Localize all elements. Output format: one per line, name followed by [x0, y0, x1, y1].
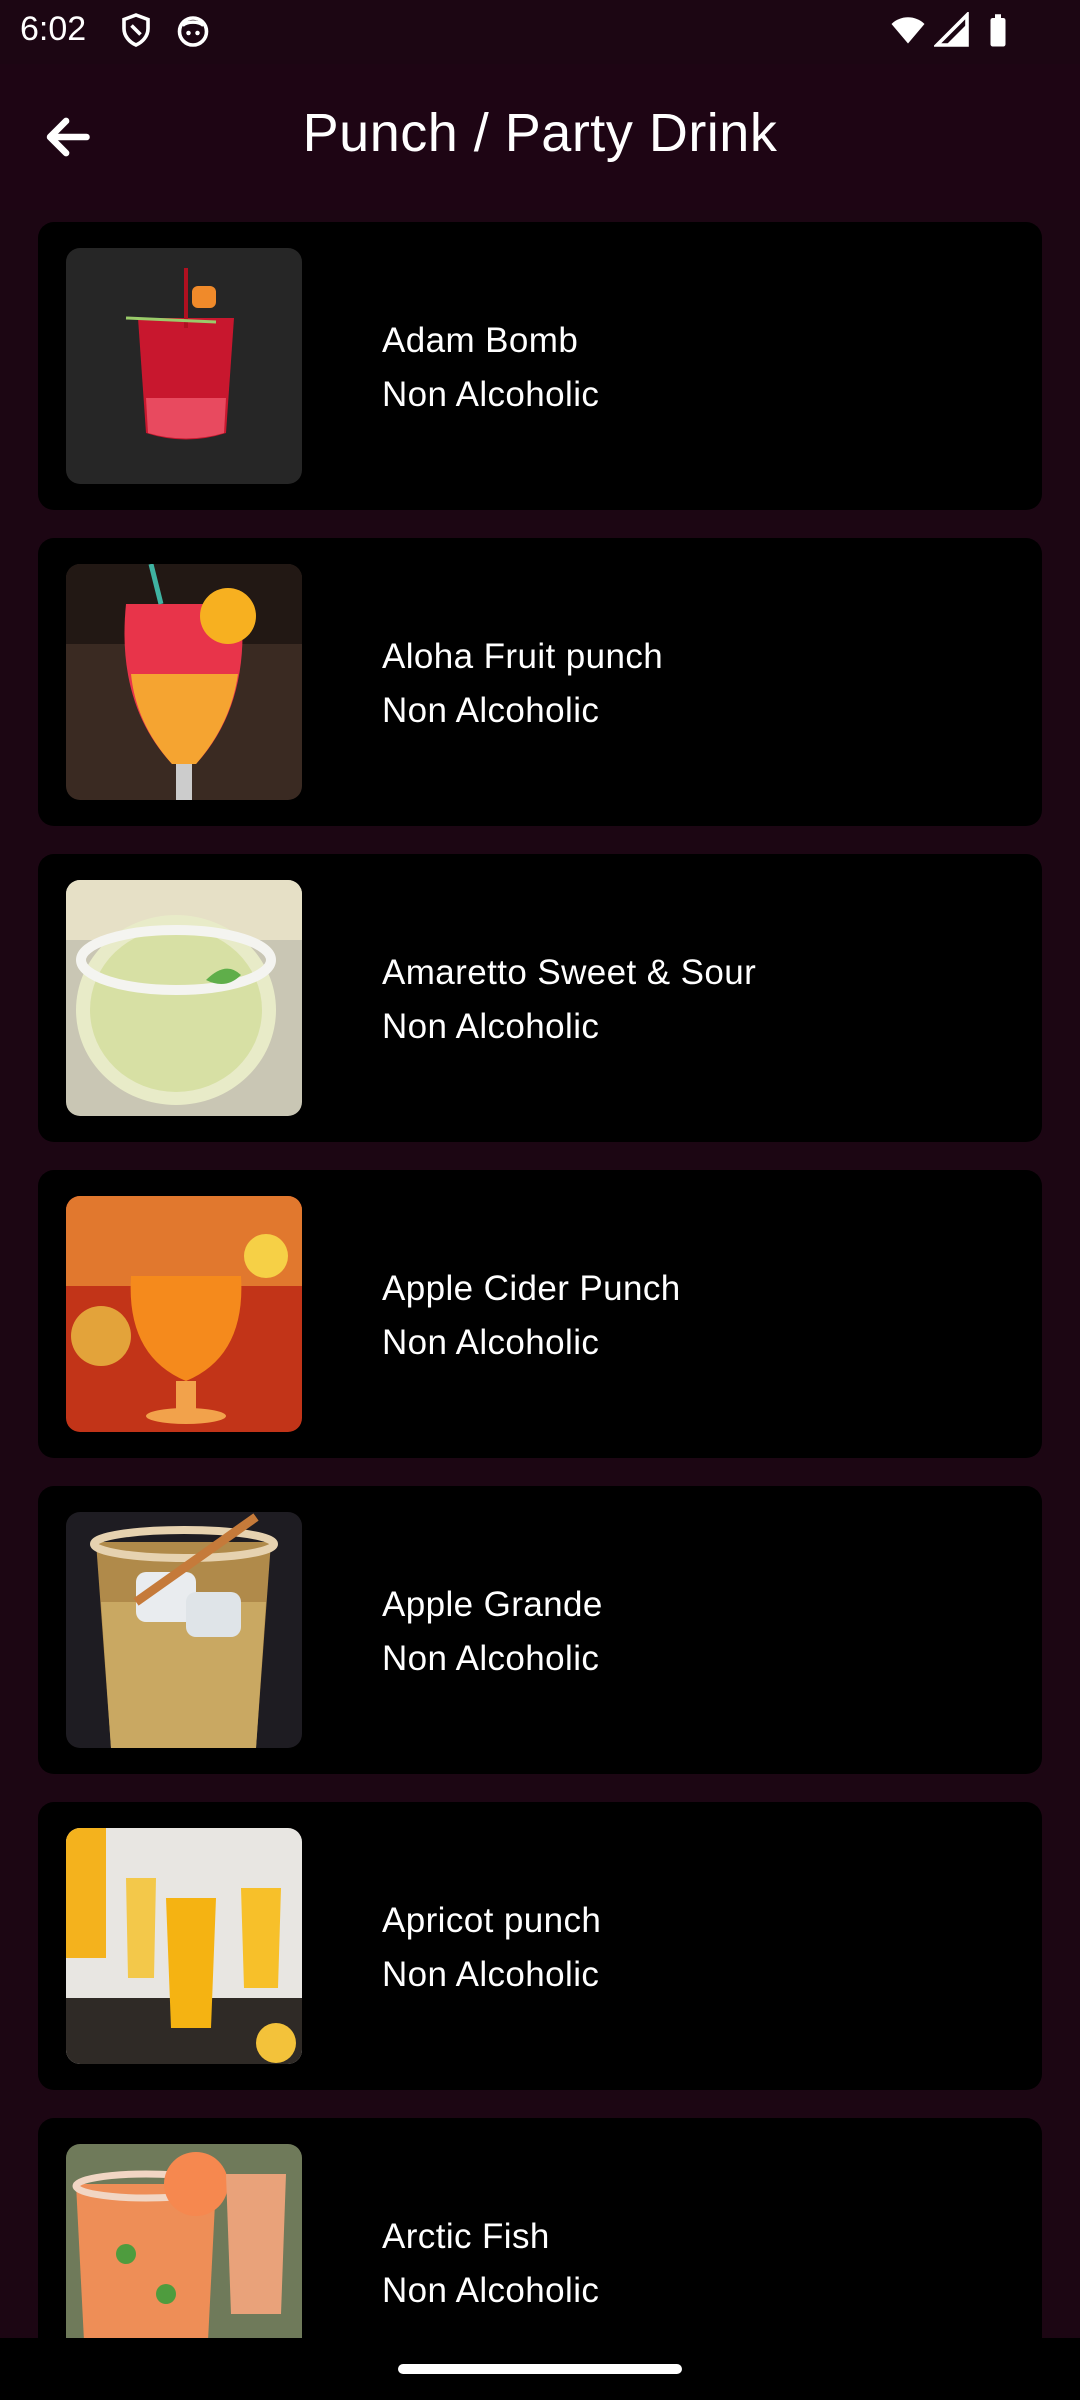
drink-thumbnail: [66, 248, 302, 484]
drink-card[interactable]: Apple Cider Punch Non Alcoholic: [38, 1170, 1042, 1458]
back-arrow-icon[interactable]: [34, 102, 104, 172]
drink-thumbnail: [66, 2144, 302, 2338]
drink-category: Non Alcoholic: [382, 1323, 600, 1362]
drink-category: Non Alcoholic: [382, 1955, 600, 1994]
drink-category: Non Alcoholic: [382, 1007, 600, 1046]
status-time: 6:02: [20, 10, 87, 48]
drink-name: Aloha Fruit punch: [382, 637, 664, 676]
drink-category: Non Alcoholic: [382, 2271, 600, 2310]
drink-thumbnail: [66, 1196, 302, 1432]
drink-card[interactable]: Aloha Fruit punch Non Alcoholic: [38, 538, 1042, 826]
drink-name: Amaretto Sweet & Sour: [382, 953, 757, 992]
drink-list[interactable]: Adam Bomb Non Alcoholic Aloha Fruit punc…: [0, 222, 1080, 2338]
drink-card[interactable]: Apple Grande Non Alcoholic: [38, 1486, 1042, 1774]
drink-thumbnail: [66, 880, 302, 1116]
page-title: Punch / Party Drink: [302, 103, 778, 163]
drink-thumbnail: [66, 1828, 302, 2064]
drink-name: Apple Grande: [382, 1585, 603, 1624]
drink-category: Non Alcoholic: [382, 691, 600, 730]
drink-thumbnail: [66, 1512, 302, 1748]
drink-category: Non Alcoholic: [382, 1639, 600, 1678]
face-icon: [177, 16, 209, 47]
drink-name: Arctic Fish: [382, 2217, 550, 2256]
drink-card[interactable]: Arctic Fish Non Alcoholic: [38, 2118, 1042, 2338]
home-gesture-handle[interactable]: [398, 2364, 682, 2374]
drink-name: Adam Bomb: [382, 321, 579, 360]
drink-name: Apple Cider Punch: [382, 1269, 681, 1308]
shield-icon: [122, 13, 150, 47]
app-bar: Punch / Party Drink: [0, 64, 1080, 210]
drink-category: Non Alcoholic: [382, 375, 600, 414]
status-bar: 6:02: [0, 0, 1080, 64]
battery-icon: [990, 14, 1006, 47]
drink-card[interactable]: Adam Bomb Non Alcoholic: [38, 222, 1042, 510]
signal-icon: [934, 12, 969, 47]
drink-card[interactable]: Amaretto Sweet & Sour Non Alcoholic: [38, 854, 1042, 1142]
drink-card[interactable]: Apricot punch Non Alcoholic: [38, 1802, 1042, 2090]
wifi-icon: [891, 17, 925, 44]
drink-name: Apricot punch: [382, 1901, 602, 1940]
system-nav-bar: [0, 2338, 1080, 2400]
drink-thumbnail: [66, 564, 302, 800]
